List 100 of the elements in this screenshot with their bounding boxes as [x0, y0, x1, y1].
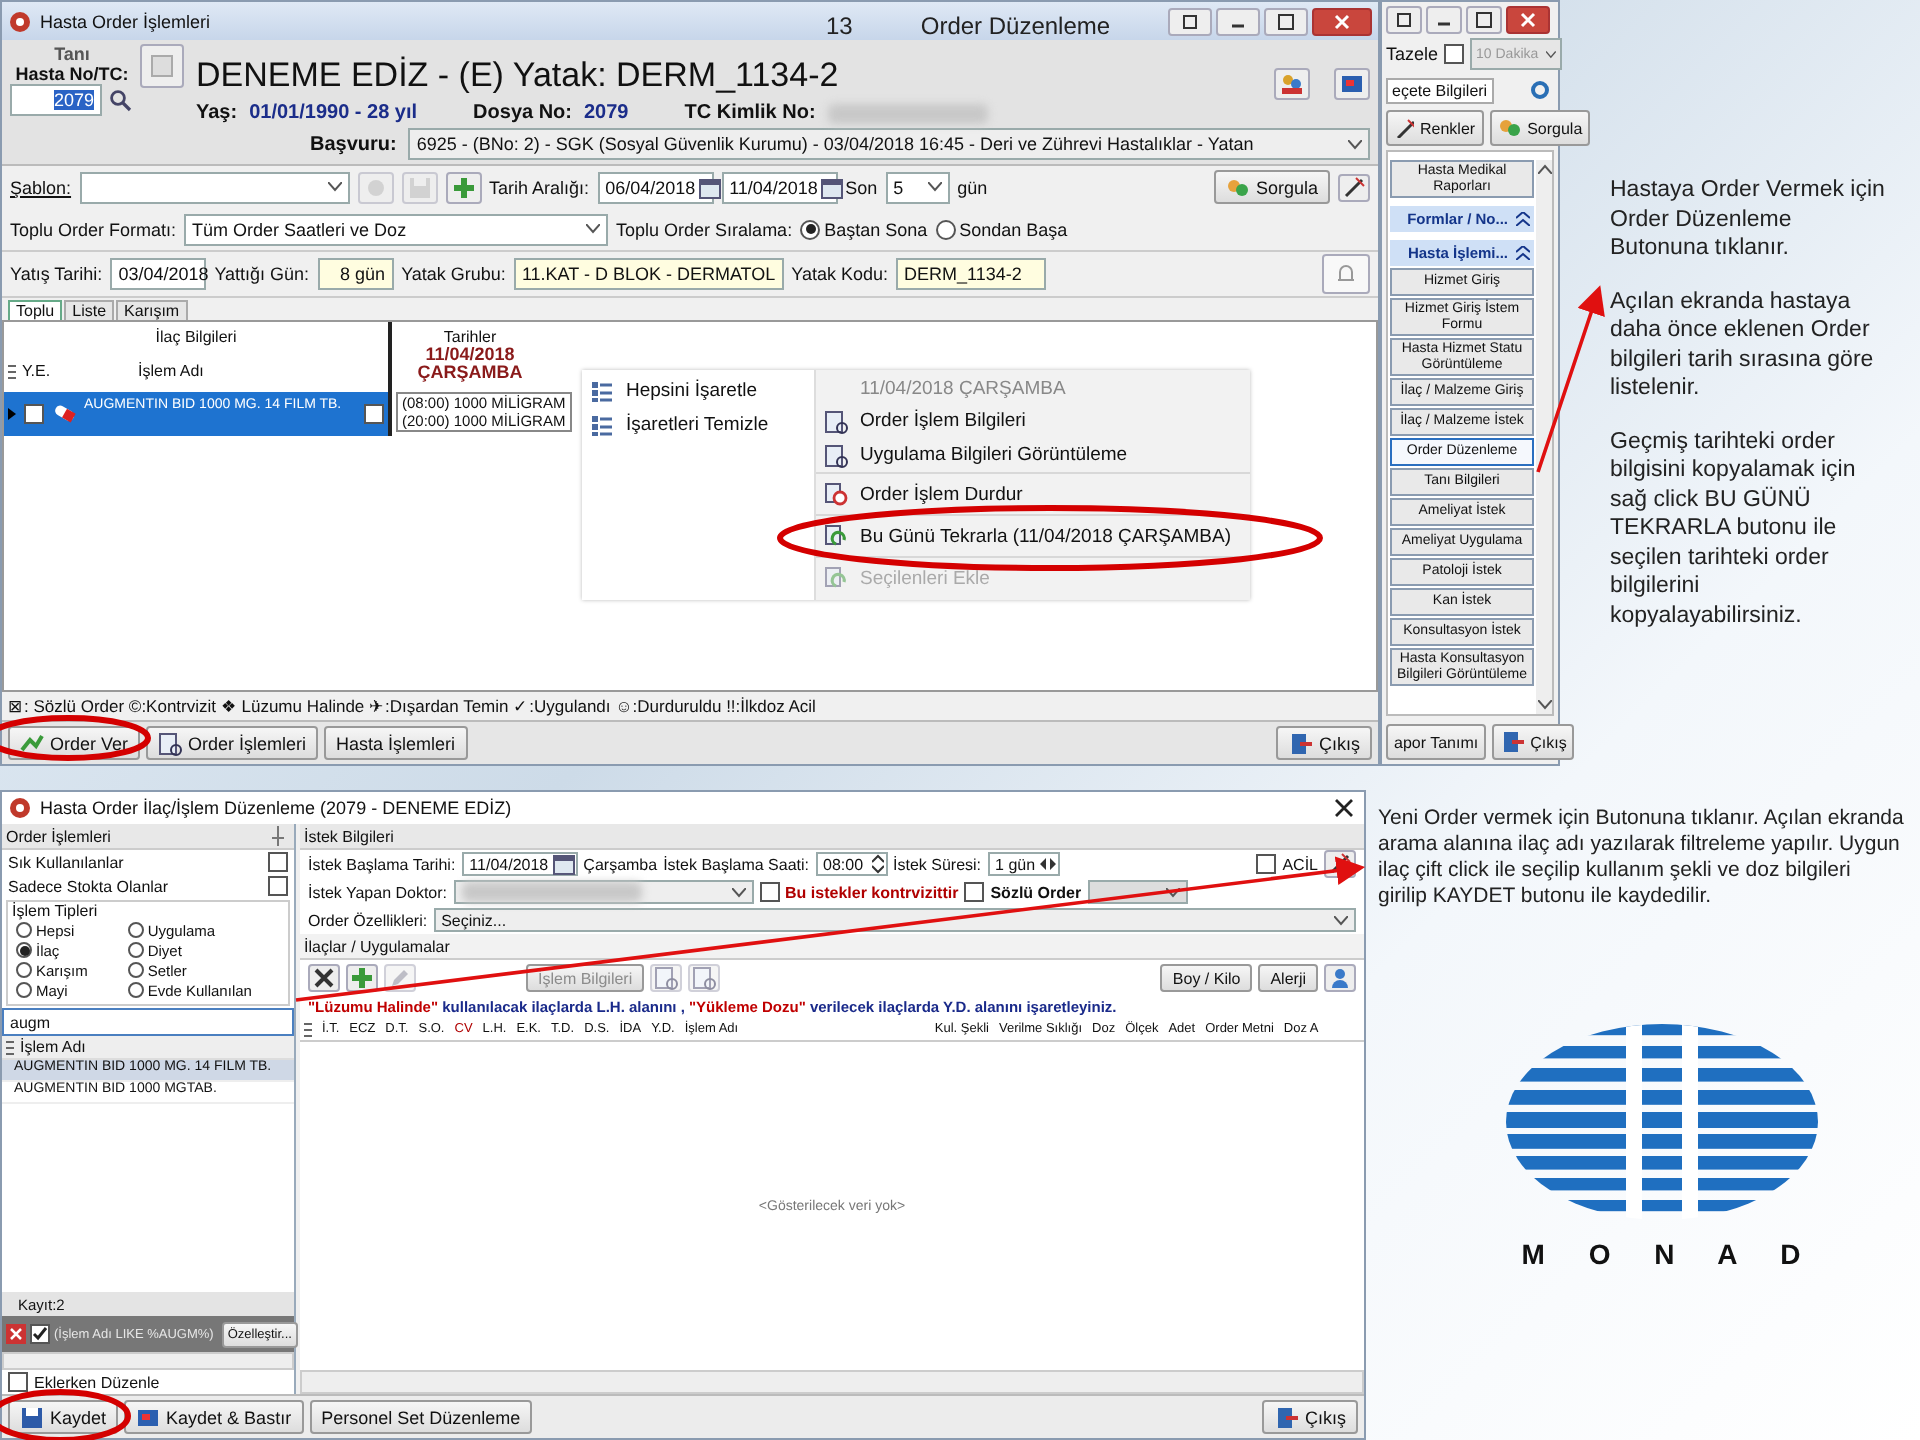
tab[interactable]: Karışım [116, 300, 188, 320]
menu-item[interactable]: Bu Günü Tekrarla (11/04/2018 ÇARŞAMBA) [816, 514, 1250, 556]
caret-icon [1348, 139, 1362, 149]
button[interactable]: Renkler [1386, 110, 1484, 146]
date-dropdown[interactable]: 03/04/2018 [110, 258, 207, 290]
radio-button[interactable] [16, 922, 32, 938]
add-icon[interactable] [346, 964, 378, 992]
scrollbar[interactable] [1536, 160, 1552, 714]
button[interactable]: Çıkış [1262, 1400, 1358, 1434]
duration-field[interactable]: 1 gün [987, 852, 1060, 876]
field-label: İstek Süresi: [893, 855, 982, 873]
spin-icon [1039, 858, 1056, 870]
button[interactable]: apor Tanımı [1386, 724, 1487, 760]
menu-item[interactable]: Hepsini İşaretle [582, 374, 814, 408]
checkbox[interactable] [268, 876, 288, 896]
logo-text: M O N A D [1521, 1238, 1801, 1270]
close-icon[interactable] [1506, 6, 1550, 34]
days-field[interactable]: 8 gün [317, 258, 394, 290]
search-field[interactable]: augm [2, 1008, 294, 1036]
days-dropdown[interactable]: 5 [885, 171, 950, 203]
button[interactable]: Çıkış [1276, 726, 1372, 760]
collapse-icon [1516, 246, 1530, 260]
option-label: Sık Kullanılanlar [8, 853, 124, 871]
bed-code-field[interactable]: DERM_1134-2 [896, 258, 1047, 290]
checkbox[interactable] [1444, 44, 1465, 64]
time-field[interactable]: 08:00 [815, 852, 887, 876]
column-header: Y.E. [22, 362, 53, 380]
radio-button[interactable] [800, 219, 821, 239]
menu-item[interactable]: İşaretleri Temizle [582, 408, 814, 442]
add-icon[interactable] [445, 171, 482, 203]
order-properties-dropdown[interactable]: Seçiniz... [433, 908, 1356, 932]
button[interactable]: Hasta İşlemleri [324, 726, 468, 760]
button[interactable]: Alerji [1258, 964, 1318, 992]
tab[interactable]: eçete Bilgileri [1386, 77, 1494, 103]
form-icon[interactable] [650, 964, 683, 992]
checkbox[interactable] [8, 1372, 28, 1392]
checkbox[interactable] [24, 404, 44, 424]
format-dropdown[interactable]: Tüm Order Saatleri ve Doz [184, 213, 609, 245]
field-label: Hasta No/TC: [15, 64, 129, 84]
patient-id-field[interactable]: 2079 [10, 84, 102, 116]
restore-icon[interactable] [1386, 6, 1422, 34]
field-label: Yaş: [196, 102, 238, 124]
edit-icon[interactable] [384, 964, 416, 992]
checkbox[interactable] [30, 1324, 50, 1344]
checkbox[interactable] [759, 882, 780, 902]
delete-icon[interactable] [308, 964, 340, 992]
maximize-icon[interactable] [1264, 7, 1308, 35]
menu-item[interactable]: Uygulama Bilgileri Görüntüleme [816, 438, 1250, 472]
exit-icon [1288, 731, 1313, 755]
minimize-icon[interactable] [1426, 6, 1462, 34]
restore-icon[interactable] [1168, 7, 1212, 35]
button[interactable]: Sorgula [1213, 170, 1330, 204]
print-icon [136, 1405, 161, 1429]
bed-group-field[interactable]: 11.KAT - D BLOK - DERMATOL [513, 258, 784, 290]
tab[interactable]: Liste [64, 300, 115, 320]
option-label: Bu istekler kontrvizittir [785, 883, 959, 901]
id-card-icon[interactable] [1334, 68, 1370, 100]
menu-header: 11/04/2018 ÇARŞAMBA [858, 376, 1068, 404]
person-icon[interactable] [1324, 964, 1356, 992]
form-icon [824, 443, 848, 467]
tab[interactable]: Toplu [8, 300, 63, 320]
date-heading: 11/04/2018 [425, 346, 515, 364]
button[interactable]: Boy / Kilo [1160, 964, 1253, 992]
scrollbar[interactable] [300, 1370, 1364, 1394]
radio-button[interactable] [127, 942, 144, 958]
calendar-icon[interactable] [551, 853, 576, 875]
scrollbar[interactable] [2, 1352, 294, 1370]
close-icon[interactable] [1312, 7, 1372, 35]
button[interactable]: Kaydet & Bastır [124, 1400, 304, 1434]
radio-button[interactable] [16, 962, 32, 978]
menu-item[interactable]: Order İşlem Durdur [816, 472, 1250, 514]
form-icon[interactable] [688, 964, 721, 992]
button[interactable]: Kaydet [8, 1400, 119, 1434]
radio-button[interactable] [127, 982, 144, 998]
menu-item[interactable]: Order İşlem Bilgileri [816, 404, 1250, 438]
group-label: İşlem Tipleri [12, 902, 100, 920]
checkbox[interactable] [268, 852, 288, 872]
maximize-icon[interactable] [1466, 6, 1502, 34]
field-label: Order Özellikleri: [308, 911, 428, 929]
application-dropdown[interactable]: 6925 - (BNo: 2) - SGK (Sosyal Güvenlik Kurumu) - 03/04/2018 16:45 - Deri ve Zührevi Hastalıklar - Yatan [408, 128, 1370, 160]
button[interactable]: Çıkış [1492, 724, 1575, 760]
collapse-icon [1516, 212, 1530, 226]
radio-button[interactable] [127, 962, 144, 978]
field-label: İstek Başlama Saati: [663, 855, 809, 873]
date-field[interactable]: 11/04/2018 [721, 171, 838, 203]
button[interactable]: Personel Set Düzenleme [309, 1400, 533, 1434]
checkbox[interactable] [1256, 854, 1277, 874]
checkbox[interactable] [964, 882, 985, 902]
button[interactable]: Sorgula [1489, 110, 1591, 146]
radio-button[interactable] [127, 922, 144, 938]
bell-icon[interactable] [1322, 254, 1370, 294]
radio-button[interactable] [935, 219, 956, 239]
date-field[interactable]: 11/04/2018 [461, 852, 578, 876]
people-icon[interactable] [1274, 68, 1310, 100]
radio-button[interactable] [16, 982, 32, 998]
search-icon[interactable] [106, 84, 134, 116]
clear-filter-icon[interactable] [6, 1318, 26, 1350]
radio-button[interactable] [16, 942, 32, 958]
button[interactable]: Order İşlemleri [146, 726, 319, 760]
checkbox[interactable] [364, 404, 384, 424]
